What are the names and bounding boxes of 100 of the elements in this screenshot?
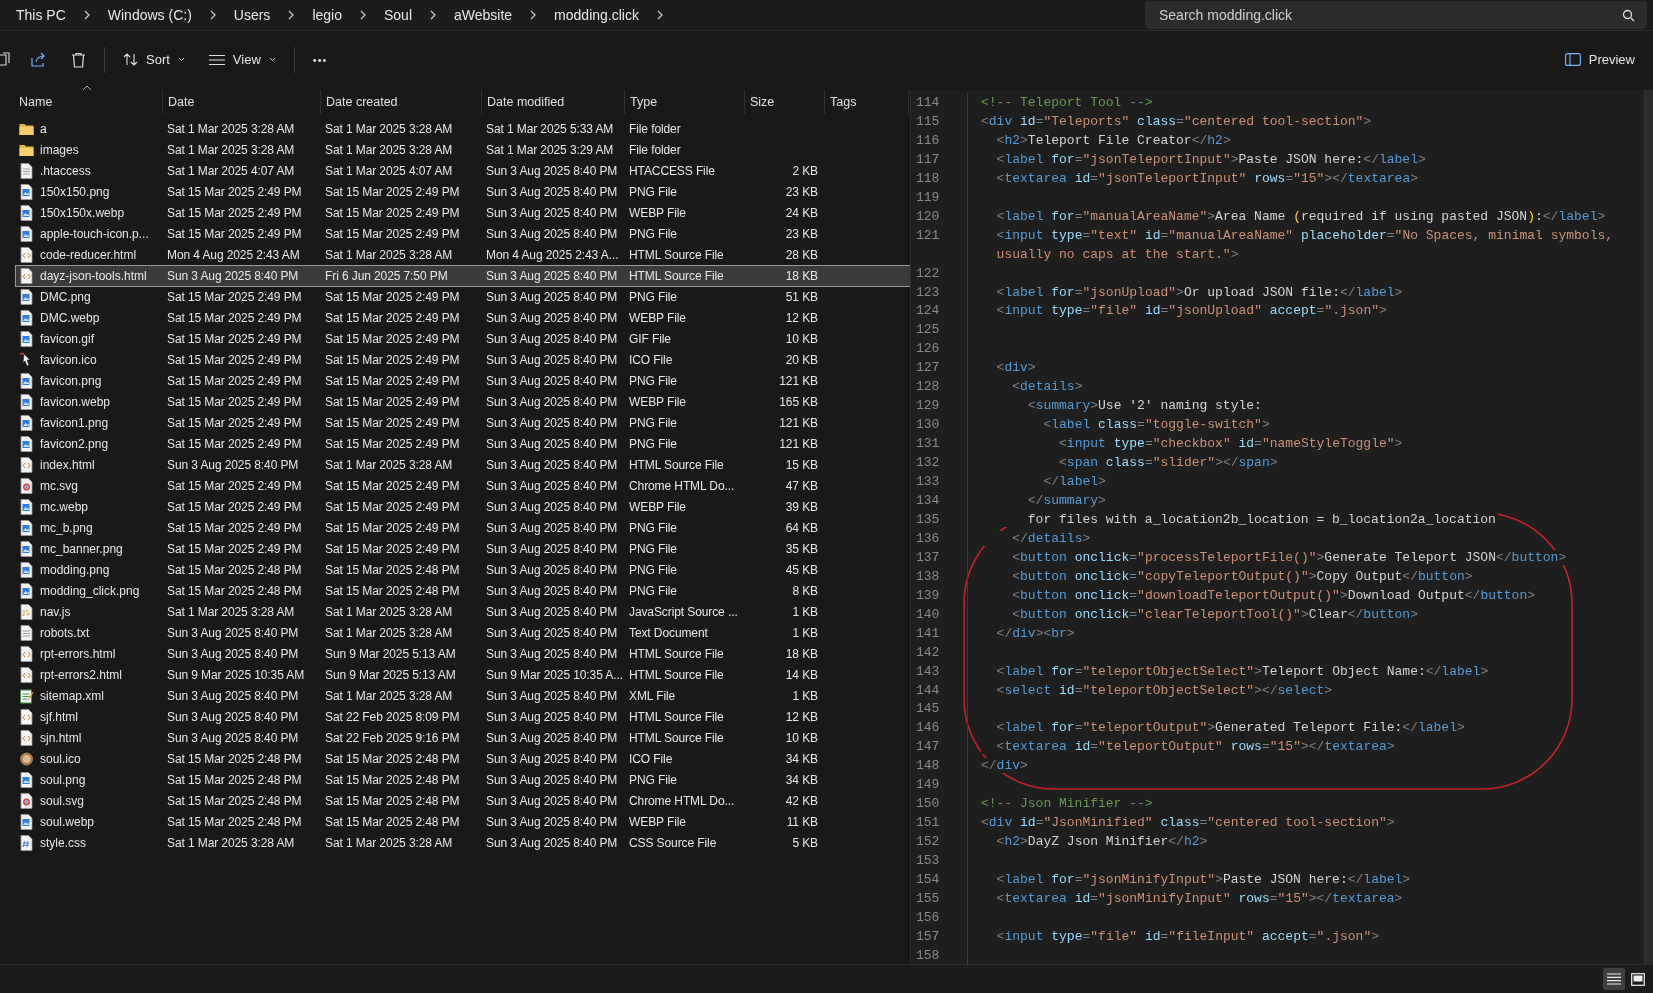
view-button[interactable]: View <box>198 43 286 76</box>
file-row[interactable]: index.html Sun 3 Aug 2025 8:40 PM Sat 1 Mar 2025 3:28 AM Sun 3 Aug 2025 8:40 PM HTML Source File 15 KB <box>16 455 910 475</box>
type-cell-text: Chrome HTML Do... <box>628 479 736 493</box>
file-name: soul.webp <box>40 815 95 829</box>
more-button[interactable]: ••• <box>302 43 338 76</box>
file-row[interactable]: 150x150.png Sat 15 Mar 2025 2:49 PM Sat 15 Mar 2025 2:49 PM Sun 3 Aug 2025 8:40 PM PNG File 23 KB <box>16 182 910 202</box>
file-row[interactable]: rpt-errors2.html Sun 9 Mar 2025 10:35 AM Sun 9 Mar 2025 5:13 AM Sun 9 Mar 2025 10:35 A... HTML Source File 14 KB <box>16 665 910 685</box>
breadcrumb-item[interactable]: Soul <box>377 7 418 23</box>
avatar-icon <box>19 751 34 767</box>
file-row[interactable]: sitemap.xml Sun 3 Aug 2025 8:40 PM Sat 1 Mar 2025 3:28 AM Sun 3 Aug 2025 8:40 PM XML File 1 KB <box>16 686 910 706</box>
file-row[interactable]: DMC.webp Sat 15 Mar 2025 2:49 PM Sat 15 Mar 2025 2:49 PM Sun 3 Aug 2025 8:40 PM WEBP File 12 KB <box>16 308 910 328</box>
size-cell-text: 12 KB <box>784 311 819 325</box>
line-number: 122 <box>915 265 941 281</box>
breadcrumb-item[interactable]: This PC <box>10 7 72 23</box>
type-cell-text: File folder <box>628 143 682 157</box>
date-cell-text: Sat 15 Mar 2025 2:49 PM <box>166 290 303 304</box>
file-row[interactable]: style.css Sat 1 Mar 2025 3:28 AM Sat 1 Mar 2025 3:28 AM Sun 3 Aug 2025 8:40 PM CSS Source File 5 KB <box>16 833 910 853</box>
file-row[interactable]: apple-touch-icon.p... Sat 15 Mar 2025 2:49 PM Sat 15 Mar 2025 2:49 PM Sun 3 Aug 2025 8:40 PM PNG File 23 KB <box>16 224 910 244</box>
date-created-cell-text: Sat 15 Mar 2025 2:49 PM <box>324 206 461 220</box>
column-header[interactable]: Date created <box>321 90 482 114</box>
type-cell-text: HTML Source File <box>628 647 725 661</box>
breadcrumb-item[interactable]: Users <box>227 7 277 23</box>
date-modified-cell-text: Sun 3 Aug 2025 8:40 PM <box>485 731 619 745</box>
line-number: 123 <box>915 284 941 300</box>
breadcrumb-item[interactable]: Windows (C:) <box>101 7 198 23</box>
document-icon <box>19 163 34 179</box>
breadcrumb-item[interactable]: aWebsite <box>448 7 519 23</box>
date-modified-cell-text: Sun 3 Aug 2025 8:40 PM <box>485 563 619 577</box>
column-header[interactable]: Date <box>163 90 321 114</box>
file-row[interactable]: soul.ico Sat 15 Mar 2025 2:48 PM Sat 15 Mar 2025 2:48 PM Sun 3 Aug 2025 8:40 PM ICO File 34 KB <box>16 749 910 769</box>
file-row[interactable]: robots.txt Sun 3 Aug 2025 8:40 PM Sat 1 Mar 2025 3:28 AM Sun 3 Aug 2025 8:40 PM Text Document 1 KB <box>16 623 910 643</box>
image-file-icon <box>19 562 34 578</box>
date-created-cell-text: Sat 15 Mar 2025 2:49 PM <box>324 374 461 388</box>
date-modified-cell-text: Sun 3 Aug 2025 8:40 PM <box>485 290 619 304</box>
file-row[interactable]: soul.webp Sat 15 Mar 2025 2:48 PM Sat 15 Mar 2025 2:48 PM Sun 3 Aug 2025 8:40 PM WEBP File 11 KB <box>16 812 910 832</box>
file-row[interactable]: favicon2.png Sat 15 Mar 2025 2:49 PM Sat 15 Mar 2025 2:49 PM Sun 3 Aug 2025 8:40 PM PNG File 121 KB <box>16 434 910 454</box>
type-cell-text: HTML Source File <box>628 269 725 283</box>
file-name: soul.ico <box>40 752 81 766</box>
file-row[interactable]: favicon.webp Sat 15 Mar 2025 2:49 PM Sat 15 Mar 2025 2:49 PM Sun 3 Aug 2025 8:40 PM WEBP File 165 KB <box>16 392 910 412</box>
browser-file-icon <box>19 793 34 809</box>
file-row[interactable]: modding.png Sat 15 Mar 2025 2:48 PM Sat 15 Mar 2025 2:48 PM Sun 3 Aug 2025 8:40 PM PNG File 45 KB <box>16 560 910 580</box>
size-cell-text: 34 KB <box>784 752 819 766</box>
list-icon <box>208 53 225 66</box>
details-view-button[interactable] <box>1603 968 1625 990</box>
sort-button[interactable]: Sort <box>113 43 195 76</box>
breadcrumb-item[interactable]: modding.click <box>548 7 645 23</box>
scrollbar[interactable] <box>1644 90 1653 965</box>
file-row[interactable]: a Sat 1 Mar 2025 3:28 AM Sat 1 Mar 2025 3:28 AM Sat 1 Mar 2025 5:33 AM File folder <box>16 119 910 139</box>
search-field[interactable]: Search modding.click <box>1145 1 1647 29</box>
image-file-icon <box>19 814 34 830</box>
file-row[interactable]: mc_banner.png Sat 15 Mar 2025 2:49 PM Sat 15 Mar 2025 2:49 PM Sun 3 Aug 2025 8:40 PM PNG File 35 KB <box>16 539 910 559</box>
date-modified-cell-text: Sun 3 Aug 2025 8:40 PM <box>485 332 619 346</box>
file-row[interactable]: mc.svg Sat 15 Mar 2025 2:49 PM Sat 15 Mar 2025 2:49 PM Sun 3 Aug 2025 8:40 PM Chrome HTML Do... 47 KB <box>16 476 910 496</box>
file-row[interactable]: mc.webp Sat 15 Mar 2025 2:49 PM Sat 15 Mar 2025 2:49 PM Sun 3 Aug 2025 8:40 PM WEBP File 39 KB <box>16 497 910 517</box>
file-row[interactable]: images Sat 1 Mar 2025 3:28 AM Sat 1 Mar 2025 3:28 AM Sat 1 Mar 2025 3:29 AM File folder <box>16 140 910 160</box>
file-name: robots.txt <box>40 626 90 640</box>
breadcrumb-item[interactable]: legio <box>306 7 348 23</box>
file-row[interactable]: favicon.png Sat 15 Mar 2025 2:49 PM Sat 15 Mar 2025 2:49 PM Sun 3 Aug 2025 8:40 PM PNG File 121 KB <box>16 371 910 391</box>
column-header[interactable]: Tags <box>825 90 909 114</box>
date-cell-text: Sat 15 Mar 2025 2:48 PM <box>166 563 303 577</box>
file-row[interactable]: dayz-json-tools.html Sun 3 Aug 2025 8:40 PM Fri 6 Jun 2025 7:50 PM Sun 3 Aug 2025 8:40 PM HTML Source File 18 KB <box>16 266 910 286</box>
image-file-icon <box>19 184 34 200</box>
line-number: 155 <box>915 891 941 906</box>
preview-button[interactable]: Preview <box>1554 43 1645 76</box>
date-created-cell-text: Sat 15 Mar 2025 2:49 PM <box>324 416 461 430</box>
file-row[interactable]: 150x150x.webp Sat 15 Mar 2025 2:49 PM Sat 15 Mar 2025 2:49 PM Sun 3 Aug 2025 8:40 PM WEBP File 24 KB <box>16 203 910 223</box>
file-name: favicon.ico <box>40 353 97 367</box>
file-row[interactable]: .htaccess Sat 1 Mar 2025 4:07 AM Sat 1 Mar 2025 4:07 AM Sun 3 Aug 2025 8:40 PM HTACCESS File 2 KB <box>16 161 910 181</box>
code-file-icon <box>19 646 34 662</box>
date-modified-cell-text: Sun 3 Aug 2025 8:40 PM <box>485 416 619 430</box>
file-row[interactable]: code-reducer.html Mon 4 Aug 2025 2:43 AM Sat 1 Mar 2025 3:28 AM Mon 4 Aug 2025 2:43 A... HTML Source File 28 KB <box>16 245 910 265</box>
file-row[interactable]: favicon.ico Sat 15 Mar 2025 2:49 PM Sat 15 Mar 2025 2:49 PM Sun 3 Aug 2025 8:40 PM ICO File 20 KB <box>16 350 910 370</box>
file-row[interactable]: nav.js Sat 1 Mar 2025 3:28 AM Sat 1 Mar 2025 3:28 AM Sun 3 Aug 2025 8:40 PM JavaScript Source ... 1 KB <box>16 602 910 622</box>
line-number: 136 <box>915 530 941 546</box>
file-row[interactable]: soul.svg Sat 15 Mar 2025 2:48 PM Sat 15 Mar 2025 2:48 PM Sun 3 Aug 2025 8:40 PM Chrome HTML Do... 42 KB <box>16 791 910 811</box>
column-header[interactable]: Name <box>0 90 163 114</box>
line-number: 133 <box>915 474 941 490</box>
image-file-icon <box>19 583 34 599</box>
file-row[interactable]: soul.png Sat 15 Mar 2025 2:48 PM Sat 15 Mar 2025 2:48 PM Sun 3 Aug 2025 8:40 PM PNG File 34 KB <box>16 770 910 790</box>
file-row[interactable]: favicon.gif Sat 15 Mar 2025 2:49 PM Sat 15 Mar 2025 2:49 PM Sun 3 Aug 2025 8:40 PM GIF File 10 KB <box>16 329 910 349</box>
type-cell-text: WEBP File <box>628 311 687 325</box>
file-name: 150x150.png <box>40 185 110 199</box>
folder-icon <box>19 121 34 137</box>
size-cell-text: 39 KB <box>784 500 819 514</box>
column-header[interactable]: Type <box>625 90 745 114</box>
file-row[interactable]: modding_click.png Sat 15 Mar 2025 2:48 PM Sat 15 Mar 2025 2:48 PM Sun 3 Aug 2025 8:40 PM PNG File 8 KB <box>16 581 910 601</box>
column-header[interactable]: Date modified <box>482 90 625 114</box>
date-created-cell-text: Sat 15 Mar 2025 2:49 PM <box>324 395 461 409</box>
file-row[interactable]: sjf.html Sun 3 Aug 2025 8:40 PM Sat 22 Feb 2025 8:09 PM Sun 3 Aug 2025 8:40 PM HTML Source File 12 KB <box>16 707 910 727</box>
file-row[interactable]: sjn.html Sun 3 Aug 2025 8:40 PM Sat 22 Feb 2025 9:16 PM Sun 3 Aug 2025 8:40 PM HTML Source File 10 KB <box>16 728 910 748</box>
date-cell-text: Sat 15 Mar 2025 2:48 PM <box>166 773 303 787</box>
file-row[interactable]: favicon1.png Sat 15 Mar 2025 2:49 PM Sat 15 Mar 2025 2:49 PM Sun 3 Aug 2025 8:40 PM PNG File 121 KB <box>16 413 910 433</box>
file-row[interactable]: rpt-errors.html Sun 3 Aug 2025 8:40 PM Sun 9 Mar 2025 5:13 AM Sun 3 Aug 2025 8:40 PM HTML Source File 18 KB <box>16 644 910 664</box>
copy-icon <box>0 51 10 68</box>
code-file-icon <box>19 268 34 284</box>
file-row[interactable]: DMC.png Sat 15 Mar 2025 2:49 PM Sat 15 Mar 2025 2:49 PM Sun 3 Aug 2025 8:40 PM PNG File 51 KB <box>16 287 910 307</box>
date-modified-cell-text: Sun 3 Aug 2025 8:40 PM <box>485 437 619 451</box>
date-cell-text: Sat 1 Mar 2025 3:28 AM <box>166 122 296 136</box>
column-header[interactable]: Size <box>745 90 825 114</box>
file-row[interactable]: mc_b.png Sat 15 Mar 2025 2:49 PM Sat 15 Mar 2025 2:49 PM Sun 3 Aug 2025 8:40 PM PNG File 64 KB <box>16 518 910 538</box>
